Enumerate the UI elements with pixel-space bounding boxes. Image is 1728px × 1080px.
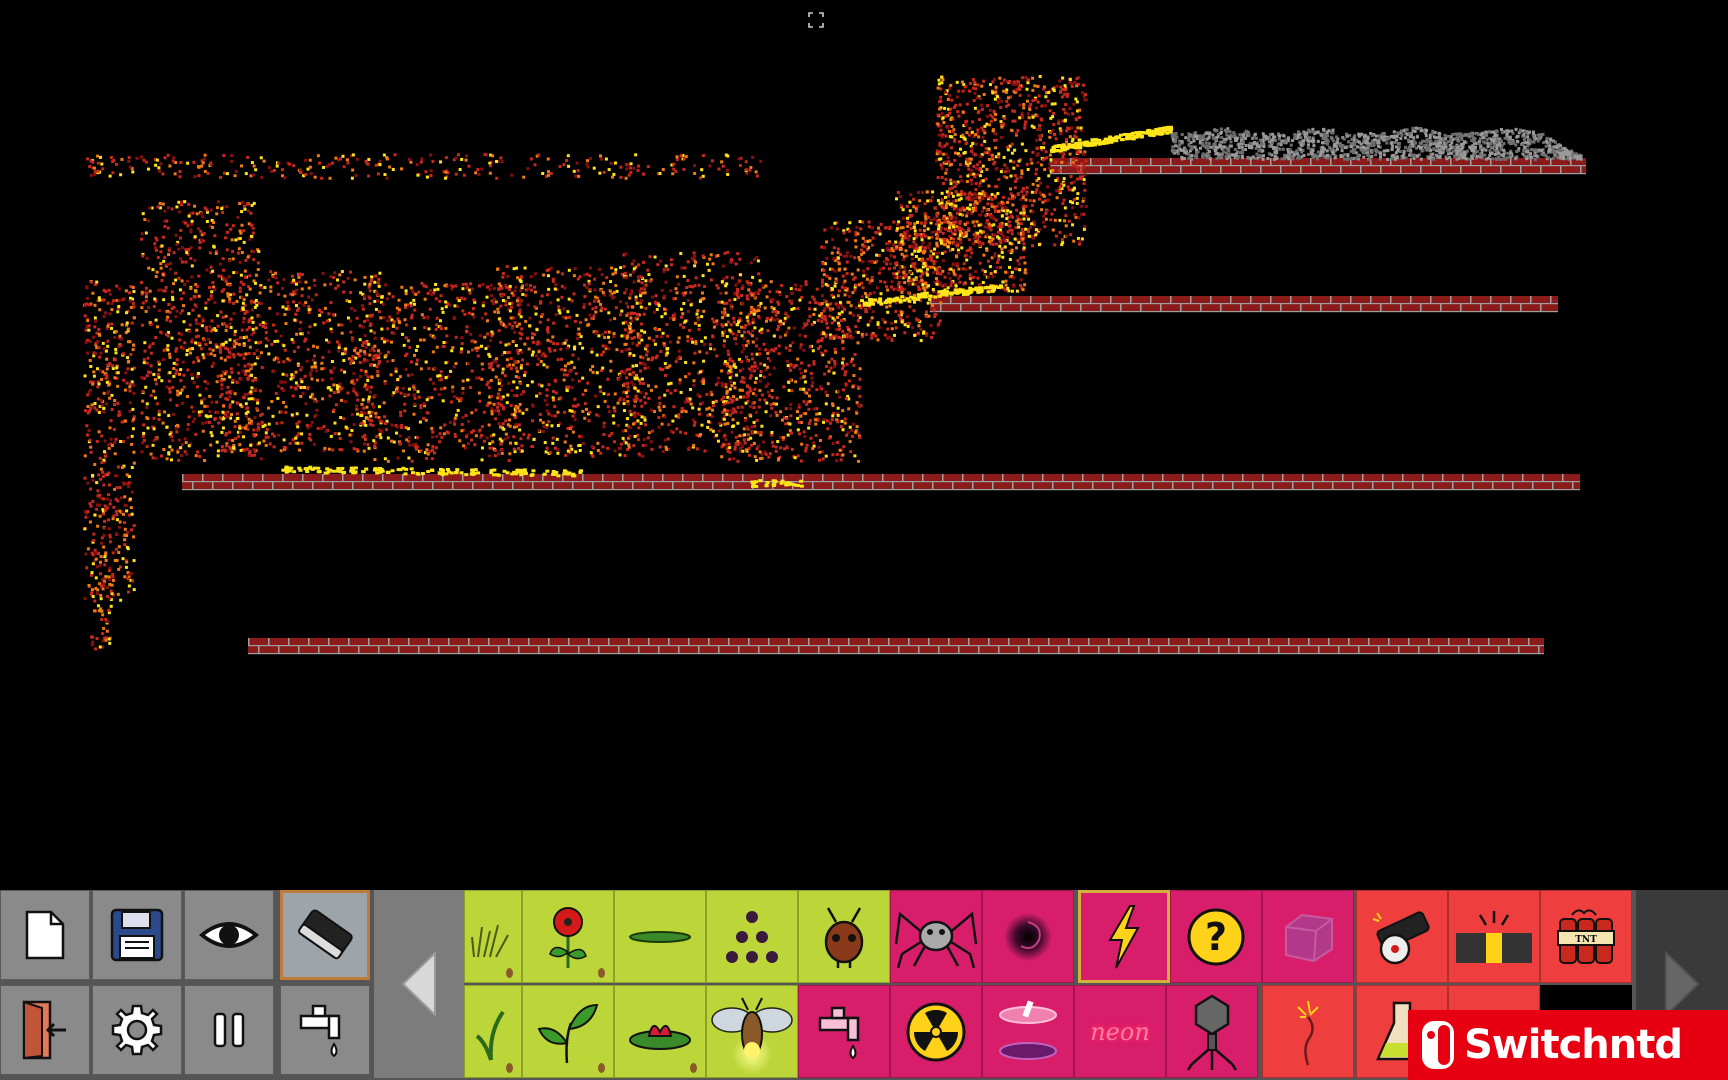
element-portal[interactable] (982, 985, 1074, 1078)
element-liquid-faucet[interactable] (798, 985, 890, 1078)
eraser-icon (298, 909, 353, 960)
element-lily-pad[interactable] (614, 985, 706, 1078)
seed-icon (598, 968, 605, 978)
flash-bomb-icon (1456, 910, 1532, 963)
flower-icon (549, 906, 587, 968)
switch-logo-icon (1422, 1021, 1454, 1069)
tnt-icon: TNT (1557, 908, 1615, 964)
brick-wall (248, 638, 1544, 655)
radiation-icon (906, 1002, 966, 1061)
portal-icon (999, 999, 1057, 1060)
element-spore[interactable] (706, 890, 798, 983)
exit-door-icon (22, 1000, 66, 1060)
eraser-button[interactable] (280, 890, 370, 980)
grass-sprout-icon (475, 1010, 505, 1061)
watermark: Switchntd (1408, 1010, 1728, 1080)
chevron-right-icon (1665, 950, 1700, 1018)
tnt-label: TNT (1575, 935, 1597, 945)
plant-sprout-icon (537, 1003, 599, 1063)
element-algae[interactable] (614, 890, 706, 983)
glass-cube-icon (1285, 913, 1333, 962)
element-lightning[interactable] (1078, 890, 1170, 983)
neon-label: neon (1090, 1017, 1150, 1046)
element-mystery[interactable]: ? (1170, 890, 1262, 983)
new-file-button[interactable] (0, 890, 90, 980)
gear-icon (111, 1004, 163, 1056)
watermark-text: Switchntd (1464, 1022, 1683, 1068)
element-virus-bot[interactable] (1166, 985, 1258, 1078)
virus-bot-icon (1186, 994, 1238, 1071)
spider-icon (894, 911, 978, 968)
save-disk-icon (110, 908, 164, 962)
simulation-scene (83, 75, 1586, 655)
seed-icon (598, 1063, 605, 1073)
settings-button[interactable] (92, 985, 182, 1075)
element-ant[interactable] (798, 890, 890, 983)
seed-icon (506, 1063, 513, 1073)
mystery-label: ? (1205, 915, 1227, 959)
fullscreen-icon[interactable] (808, 12, 824, 28)
pink-faucet-icon (818, 1006, 860, 1059)
element-tnt[interactable]: TNT (1540, 890, 1632, 983)
view-button[interactable] (184, 890, 274, 980)
ash-pile (1170, 126, 1583, 161)
sandbox-canvas[interactable] (0, 0, 1728, 890)
fire-particles (83, 75, 1174, 651)
question-mark-icon: ? (1187, 908, 1245, 965)
element-fuse[interactable] (1262, 985, 1354, 1078)
algae-icon (629, 930, 691, 943)
element-neon[interactable]: neon (1074, 985, 1166, 1078)
scroll-left-button[interactable] (374, 890, 464, 1078)
ant-icon (824, 906, 864, 968)
lily-pad-icon (629, 1024, 691, 1050)
element-grass-seed[interactable] (464, 890, 522, 983)
element-cannon[interactable] (1356, 890, 1448, 983)
spore-dots-icon (726, 910, 778, 963)
lightning-bolt-icon (1108, 904, 1140, 968)
seed-icon (506, 968, 513, 978)
brick-wall (930, 296, 1558, 313)
chevron-left-icon (401, 950, 436, 1018)
black-hole-icon (1004, 912, 1052, 961)
element-plant[interactable] (522, 985, 614, 1078)
firefly-icon (711, 997, 793, 1074)
pause-button[interactable] (184, 985, 274, 1075)
element-glass[interactable] (1262, 890, 1354, 983)
fuse-spark-icon (1297, 1000, 1319, 1065)
element-grass-sprout[interactable] (464, 985, 522, 1078)
grass-seed-icon (471, 924, 509, 957)
element-spider[interactable] (890, 890, 982, 983)
faucet-button[interactable] (280, 985, 370, 1075)
cannon-icon (1372, 910, 1430, 964)
pause-icon (213, 1012, 245, 1048)
new-file-icon (25, 910, 65, 960)
element-firefly[interactable] (706, 985, 798, 1078)
eye-icon (199, 922, 259, 948)
element-black-hole[interactable] (982, 890, 1074, 983)
seed-icon (690, 1063, 697, 1073)
brick-wall (182, 474, 1580, 491)
exit-button[interactable] (0, 985, 90, 1075)
element-flash-bomb[interactable] (1448, 890, 1540, 983)
save-button[interactable] (92, 890, 182, 980)
element-radiation[interactable] (890, 985, 982, 1078)
element-flower[interactable] (522, 890, 614, 983)
faucet-icon (299, 1004, 341, 1058)
